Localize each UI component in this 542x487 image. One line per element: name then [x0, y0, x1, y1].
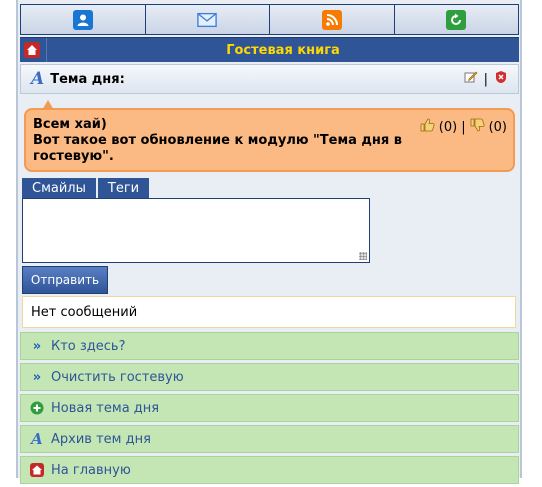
submit-button[interactable]: Отправить — [22, 266, 108, 294]
double-chevron-icon: » — [32, 338, 42, 354]
title-bar: Гостевая книга — [20, 37, 519, 62]
thumbs-up-icon[interactable] — [420, 118, 435, 136]
message-textarea[interactable] — [22, 198, 370, 263]
topic-actions: | — [464, 70, 508, 88]
nav-item-who-here[interactable]: » Кто здесь? — [20, 332, 519, 360]
nav-item-label: Новая тема дня — [51, 400, 160, 416]
bottom-nav: » Кто здесь? » Очистить гостевую Новая т… — [20, 332, 519, 487]
topic-message-bubble: Всем хай) Вот такое вот обновление к мод… — [24, 100, 515, 172]
archive-a-icon: A — [31, 430, 43, 448]
thumbs-down-icon[interactable] — [470, 118, 485, 136]
top-icon-bar — [20, 4, 519, 35]
nav-item-label: На главную — [51, 462, 131, 478]
double-chevron-icon: » — [32, 369, 42, 385]
refresh-icon — [446, 9, 467, 30]
topic-of-day-header: A Тема дня: | — [20, 64, 519, 94]
user-icon — [72, 9, 93, 30]
nav-item-label: Очистить гостевую — [51, 369, 184, 385]
nav-item-topic-archive[interactable]: A Архив тем дня — [20, 425, 519, 453]
topic-a-icon: A — [31, 69, 45, 89]
profile-button[interactable] — [20, 4, 145, 35]
home-icon[interactable] — [24, 42, 40, 58]
topic-label: Тема дня: — [50, 71, 125, 87]
resize-grip-icon[interactable] — [359, 252, 367, 260]
nav-item-clear-guestbook[interactable]: » Очистить гостевую — [20, 363, 519, 391]
rss-button[interactable] — [269, 4, 394, 35]
tab-smileys[interactable]: Смайлы — [22, 178, 96, 198]
edit-icon[interactable] — [464, 70, 478, 88]
message-line-1: Всем хай) — [33, 117, 107, 132]
home-icon — [29, 462, 45, 478]
nav-item-new-topic[interactable]: Новая тема дня — [20, 394, 519, 422]
mail-icon — [197, 10, 218, 30]
nav-item-label: Архив тем дня — [51, 431, 151, 447]
mail-button[interactable] — [144, 4, 269, 35]
refresh-button[interactable] — [393, 4, 519, 35]
editor-tabs: Смайлы Теги — [22, 178, 150, 198]
delete-icon[interactable] — [494, 70, 508, 88]
topic-message-text: Всем хай) Вот такое вот обновление к мод… — [33, 117, 403, 165]
page-title: Гостевая книга — [226, 42, 340, 58]
tab-tags[interactable]: Теги — [97, 178, 150, 198]
nav-item-home[interactable]: На главную — [20, 456, 519, 484]
dislikes-count: (0) — [488, 119, 507, 135]
rss-icon — [321, 9, 342, 30]
topic-action-separator: | — [483, 71, 488, 87]
vote-separator: | — [461, 119, 466, 135]
vote-controls: (0) | (0) — [420, 118, 507, 136]
plus-icon — [29, 400, 45, 416]
nav-item-label: Кто здесь? — [51, 338, 126, 354]
bubble-tail — [42, 100, 54, 110]
message-line-2: Вот такое вот обновление к модулю "Тема … — [33, 133, 402, 164]
no-messages-notice: Нет сообщений — [22, 296, 516, 328]
likes-count: (0) — [438, 119, 458, 135]
